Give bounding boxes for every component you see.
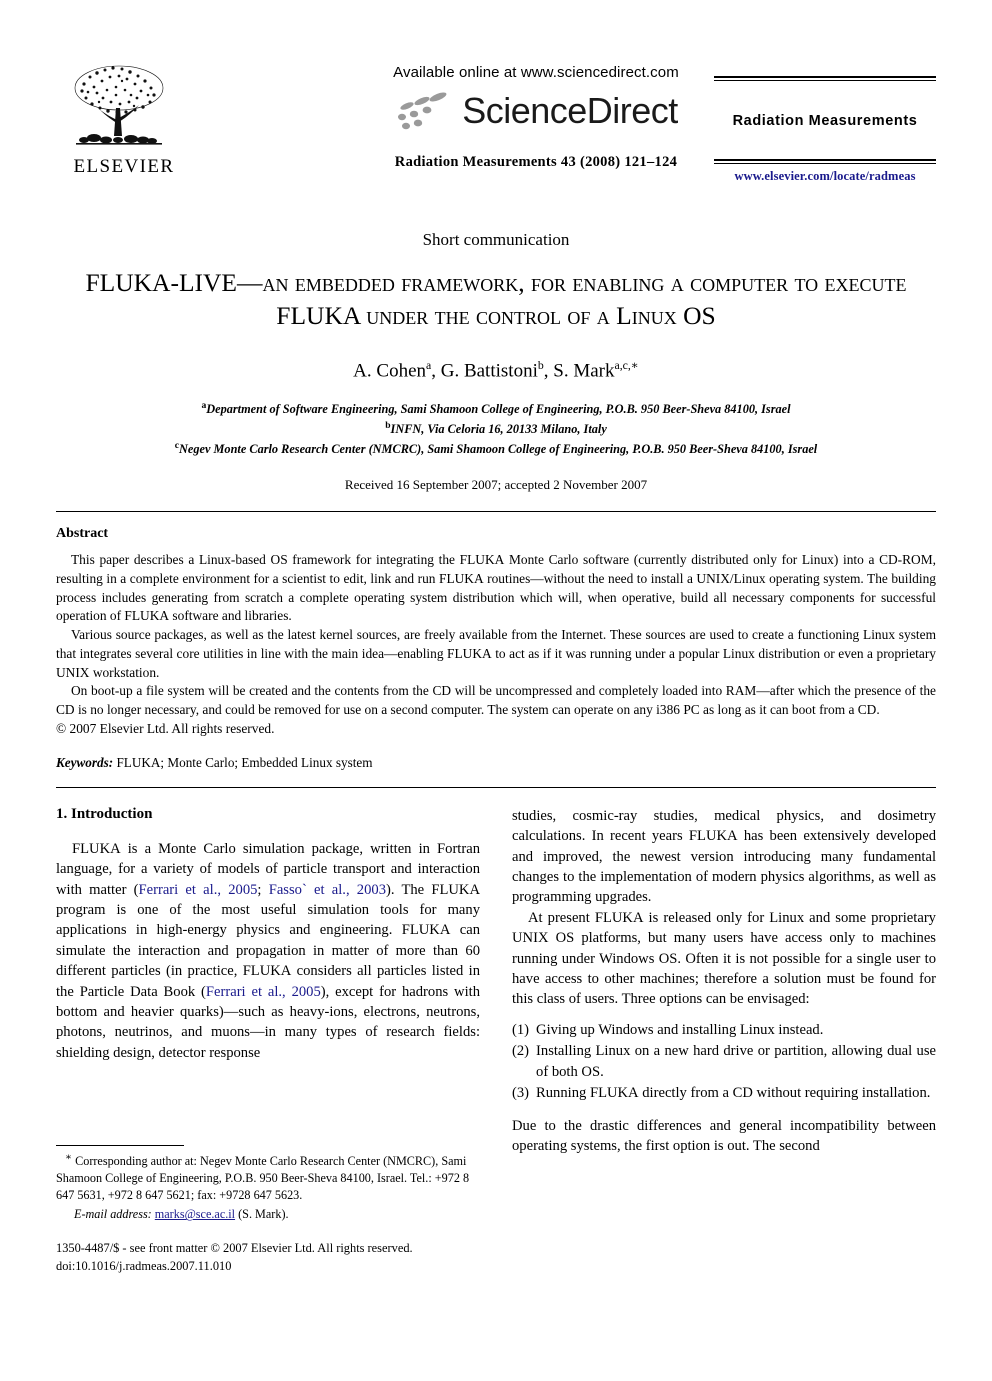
citation-link-ferrari-2005-b[interactable]: Ferrari et al., 2005	[206, 984, 321, 1000]
header-center: Available online at www.sciencedirect.co…	[326, 64, 746, 171]
affiliations: aDepartment of Software Engineering, Sam…	[56, 399, 936, 459]
elsevier-tree-icon	[74, 65, 164, 145]
option-2-text: Installing Linux on a new hard drive or …	[536, 1043, 936, 1080]
sciencedirect-swoosh-icon	[398, 92, 447, 130]
citation-link-fasso-2003[interactable]: Fasso` et al., 2003	[269, 882, 386, 898]
page-header: ELSEVIER Available online at www.science…	[56, 58, 936, 208]
affiliation-b-text: INFN, Via Celoria 16, 20133 Milano, Ital…	[390, 421, 607, 436]
email-link[interactable]: marks@sce.ac.il	[155, 1207, 235, 1221]
title-line-2: FLUKA under the control of a Linux OS	[276, 301, 716, 331]
author-3-affil-marker: a,c,∗	[614, 359, 639, 373]
sc-fluka: LUKA	[131, 608, 170, 624]
author-list: A. Cohena, G. Battistonib, S. Marka,c,∗	[56, 358, 936, 382]
affiliation-a: aDepartment of Software Engineering, Sam…	[56, 399, 936, 419]
issn-copyright-block: 1350-4487/$ - see front matter © 2007 El…	[56, 1240, 480, 1275]
sc-fluka: LUKA	[454, 645, 492, 661]
title-smallcaps-fluka-1: LUKA-LIVE—an embedded framework, for ena…	[99, 268, 907, 297]
list-item: (2) Installing Linux on a new hard drive …	[512, 1041, 936, 1082]
received-accepted-dates: Received 16 September 2007; accepted 2 N…	[344, 477, 648, 493]
footnote-rule	[56, 1144, 184, 1146]
journal-url-link[interactable]: www.elsevier.com/locate/radmeas	[714, 169, 936, 184]
email-owner: (S. Mark).	[238, 1207, 289, 1222]
article-type: Short communication	[422, 230, 570, 249]
elsevier-logo: ELSEVIER	[64, 62, 184, 178]
body-columns: 1. Introduction FLUKA is a Monte Carlo s…	[56, 788, 936, 1276]
abstract-heading: Abstract	[56, 526, 109, 542]
right-column: studies, cosmic-ray studies, medical phy…	[512, 806, 936, 1276]
email-label: E-mail address:	[74, 1207, 152, 1222]
abstract-copyright: © 2007 Elsevier Ltd. All rights reserved…	[56, 720, 275, 736]
option-3-text: Running FLUKA directly from a CD without…	[536, 1085, 931, 1102]
title-line-1: FLUKA-LIVE—an embedded framework, for en…	[85, 268, 907, 297]
affiliation-c: cNegev Monte Carlo Research Center (NMCR…	[56, 439, 936, 459]
citation-link-ferrari-2005[interactable]: Ferrari et al., 2005	[139, 882, 258, 898]
sc-fluka: FLUKA	[688, 828, 738, 845]
list-item: (1) Giving up Windows and installing Linu…	[512, 1020, 936, 1040]
sciencedirect-logo: ScienceDirect	[326, 90, 746, 132]
sciencedirect-wordmark: ScienceDirect	[462, 90, 678, 131]
journal-reference: Radiation Measurements 43 (2008) 121–124	[394, 154, 678, 170]
abstract-paragraph-3: On boot-up a file system will be created…	[56, 683, 936, 718]
intro-paragraph-1-continued: studies, cosmic-ray studies, medical phy…	[512, 807, 936, 906]
keywords-label: Keywords:	[56, 754, 114, 770]
option-1-text: Giving up Windows and installing Linux i…	[536, 1021, 824, 1038]
affiliation-a-text: Department of Software Engineering, Sami…	[206, 401, 791, 416]
corresponding-author-footnote: ∗ Corresponding author at: Negev Monte C…	[56, 1144, 480, 1276]
footnote-email-line: E-mail address: marks@sce.ac.il (S. Mark…	[74, 1207, 480, 1222]
author-2: , G. Battistoni	[431, 360, 538, 382]
affiliation-c-text: Negev Monte Carlo Research Center (NMCRC…	[179, 441, 818, 456]
masthead-bottom-rule	[714, 159, 936, 164]
sc-fluka: FLUKA	[589, 1085, 639, 1102]
footnote-star-marker: ∗	[65, 1151, 73, 1163]
intro-paragraph-1: FLUKA is a Monte Carlo simulation packag…	[56, 840, 481, 1061]
sc-fluka: LUKA	[446, 570, 484, 586]
sc-fluka: FLUKA	[242, 963, 292, 980]
abstract-paragraph-1: This paper describes a Linux-based OS fr…	[56, 552, 936, 624]
intro-paragraph-3: Due to the drastic differences and gener…	[512, 1117, 936, 1155]
options-list: (1) Giving up Windows and installing Linu…	[512, 1020, 936, 1104]
elsevier-wordmark: ELSEVIER	[73, 156, 175, 177]
issn-line: 1350-4487/$ - see front matter © 2007 El…	[56, 1241, 413, 1256]
sc-fluka: FLUKA	[431, 881, 481, 898]
abstract-paragraph-2: Various source packages, as well as the …	[56, 627, 936, 680]
section-heading-introduction: 1. Introduction	[56, 805, 153, 822]
title-smallcaps-fluka-2: LUKA under the control of a Linux OS	[290, 301, 716, 331]
title-block: Short communication FLUKA-LIVE—an embedd…	[56, 230, 936, 493]
option-2-number: (2)	[512, 1043, 530, 1060]
sc-fluka: FLUKA	[72, 840, 121, 857]
keywords-line: Keywords: FLUKA; Monte Carlo; Embedded L…	[56, 755, 936, 771]
sc-fluka: LUKA	[467, 552, 505, 568]
footnote-body: Corresponding author at: Negev Monte Car…	[56, 1153, 470, 1202]
option-1-number: (1)	[512, 1021, 530, 1038]
paper-page: ELSEVIER Available online at www.science…	[0, 58, 992, 1381]
available-online-text: Available online at www.sciencedirect.co…	[393, 64, 679, 81]
affiliation-b: bINFN, Via Celoria 16, 20133 Milano, Ita…	[56, 419, 936, 439]
sc-fluka: FLUKA	[594, 909, 644, 926]
intro-paragraph-2: At present FLUKA is released only for Li…	[512, 909, 936, 1008]
sc-fluka: FLUKA	[401, 922, 451, 939]
doi-line: doi:10.1016/j.radmeas.2007.11.010	[56, 1259, 232, 1274]
author-1: A. Cohen	[353, 360, 426, 382]
journal-title: Radiation Measurements	[732, 113, 918, 129]
list-item: (3) Running FLUKA directly from a CD with…	[512, 1083, 936, 1103]
masthead-top-rule	[714, 76, 936, 81]
keyword-fluka: FLUKA	[116, 754, 161, 770]
journal-masthead: Radiation Measurements www.elsevier.com/…	[714, 76, 936, 184]
abstract-section: Abstract This paper describes a Linux-ba…	[56, 512, 936, 739]
footnote-text: ∗ Corresponding author at: Negev Monte C…	[56, 1151, 480, 1204]
keywords-rest: ; Monte Carlo; Embedded Linux system	[160, 754, 373, 770]
author-3: , S. Mark	[543, 360, 615, 382]
page-title: FLUKA-LIVE—an embedded framework, for en…	[56, 266, 936, 332]
left-column: 1. Introduction FLUKA is a Monte Carlo s…	[56, 806, 480, 1276]
option-3-number: (3)	[512, 1085, 530, 1102]
